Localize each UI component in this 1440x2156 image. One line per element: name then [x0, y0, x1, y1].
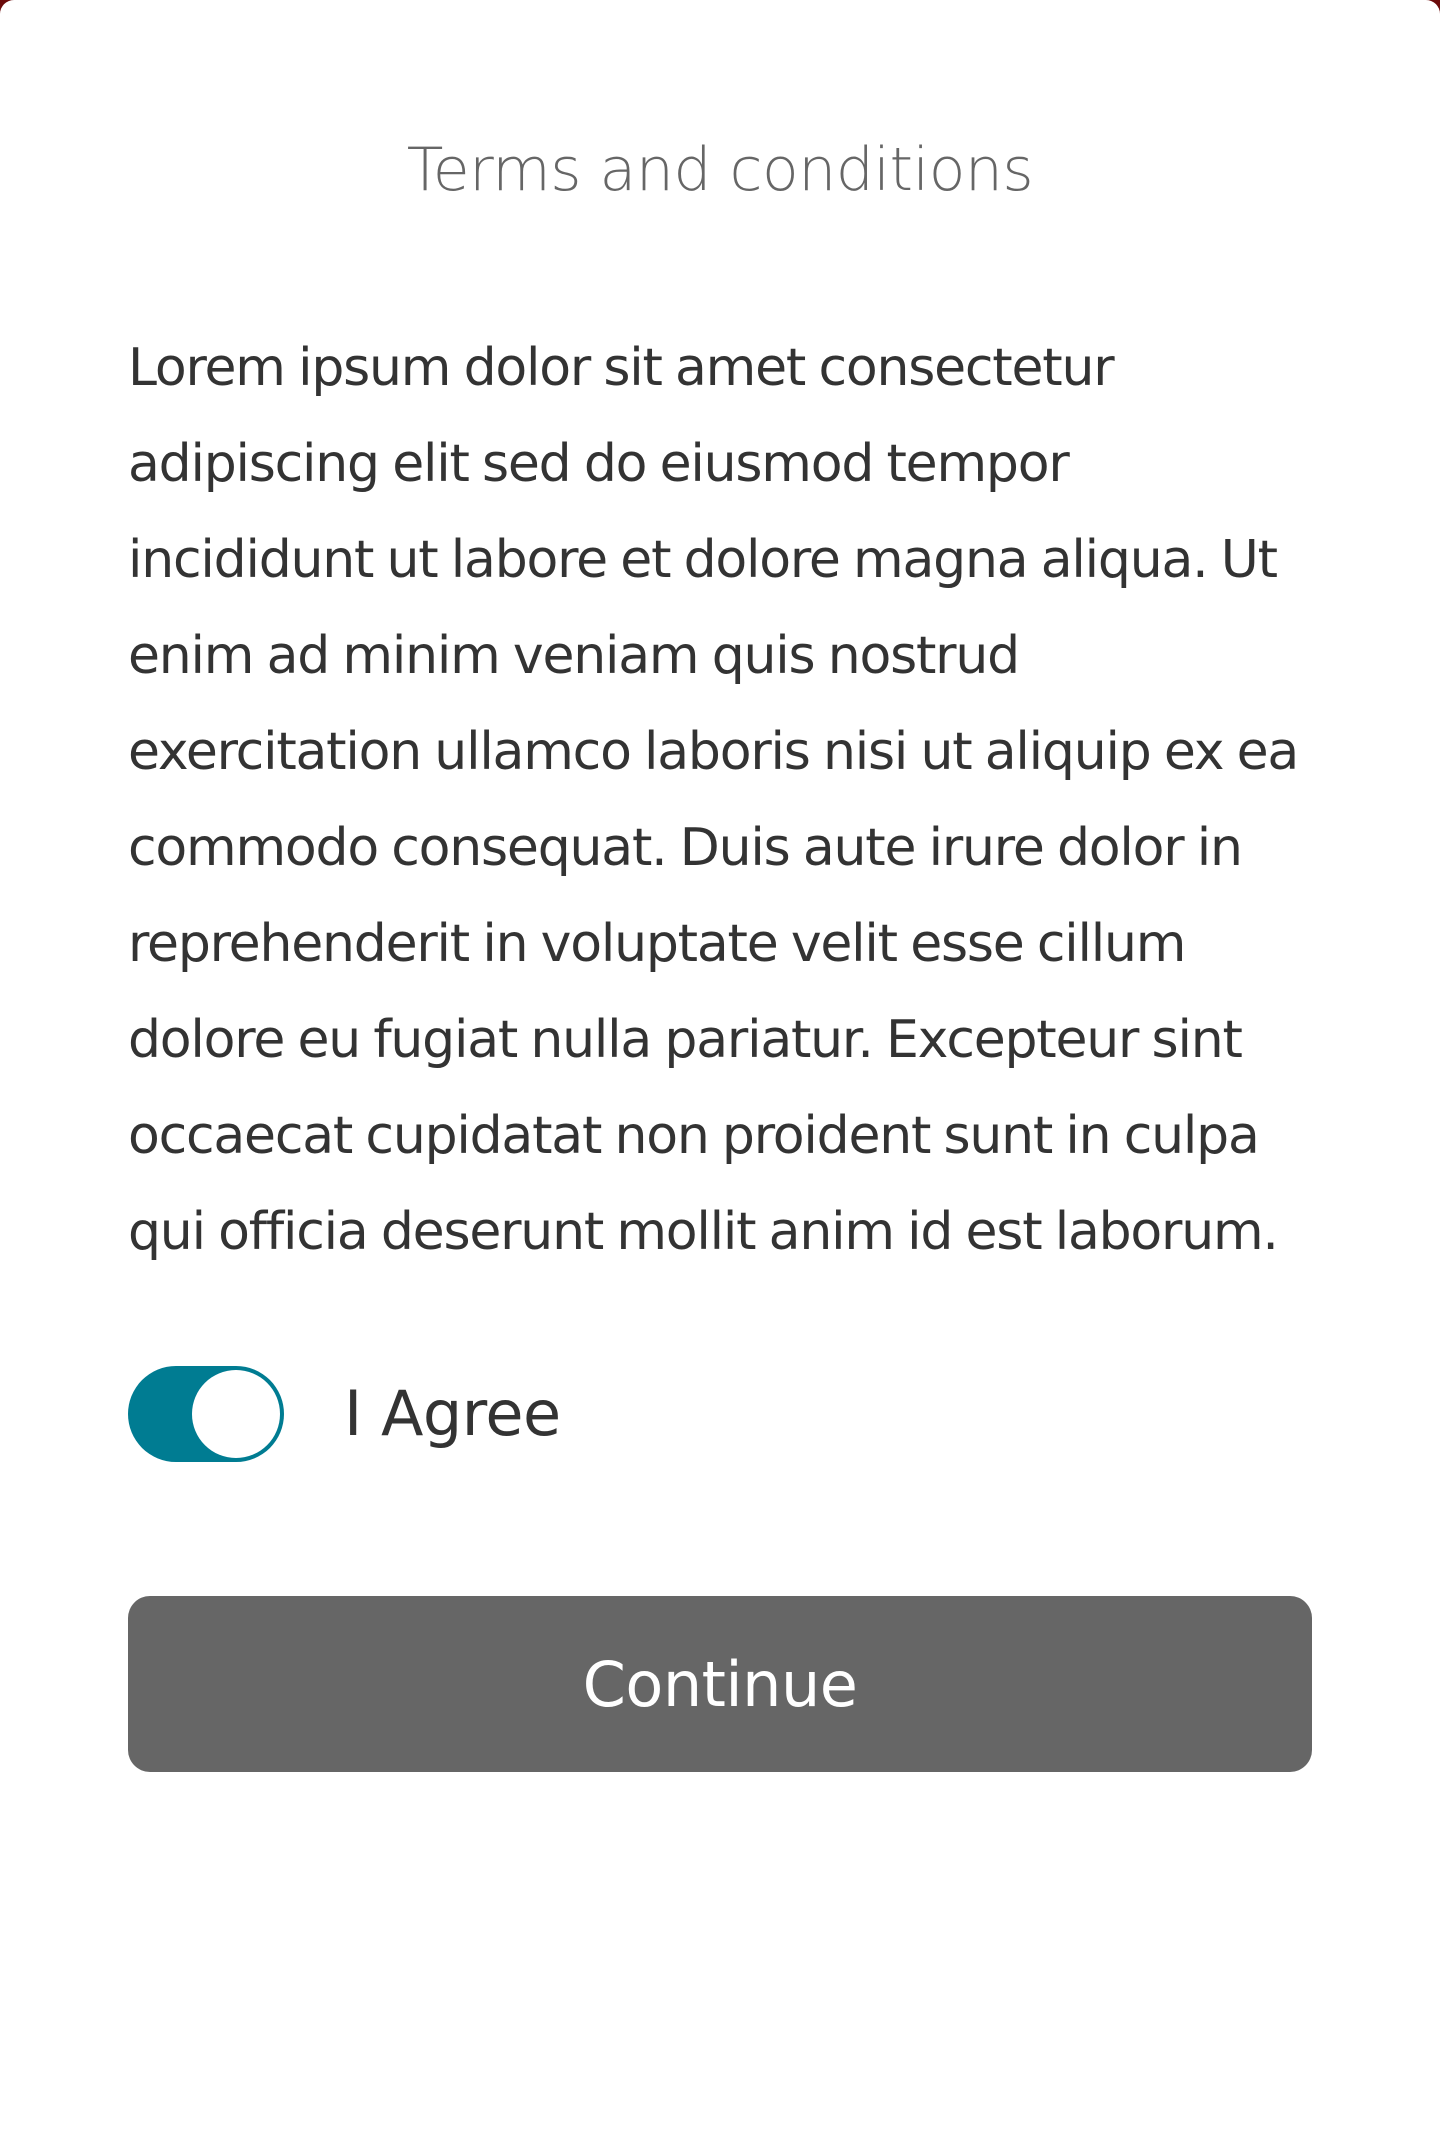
continue-button[interactable]: Continue — [128, 1596, 1312, 1772]
agree-toggle[interactable] — [128, 1366, 284, 1462]
agree-label: I Agree — [344, 1377, 561, 1450]
dialog-title: Terms and conditions — [406, 135, 1034, 205]
toggle-knob — [192, 1370, 280, 1458]
terms-body-text: Lorem ipsum dolor sit amet consectetur a… — [128, 338, 1299, 1262]
agree-row: I Agree — [128, 1364, 561, 1464]
terms-dialog: Terms and conditions Lorem ipsum dolor s… — [0, 0, 1440, 2156]
